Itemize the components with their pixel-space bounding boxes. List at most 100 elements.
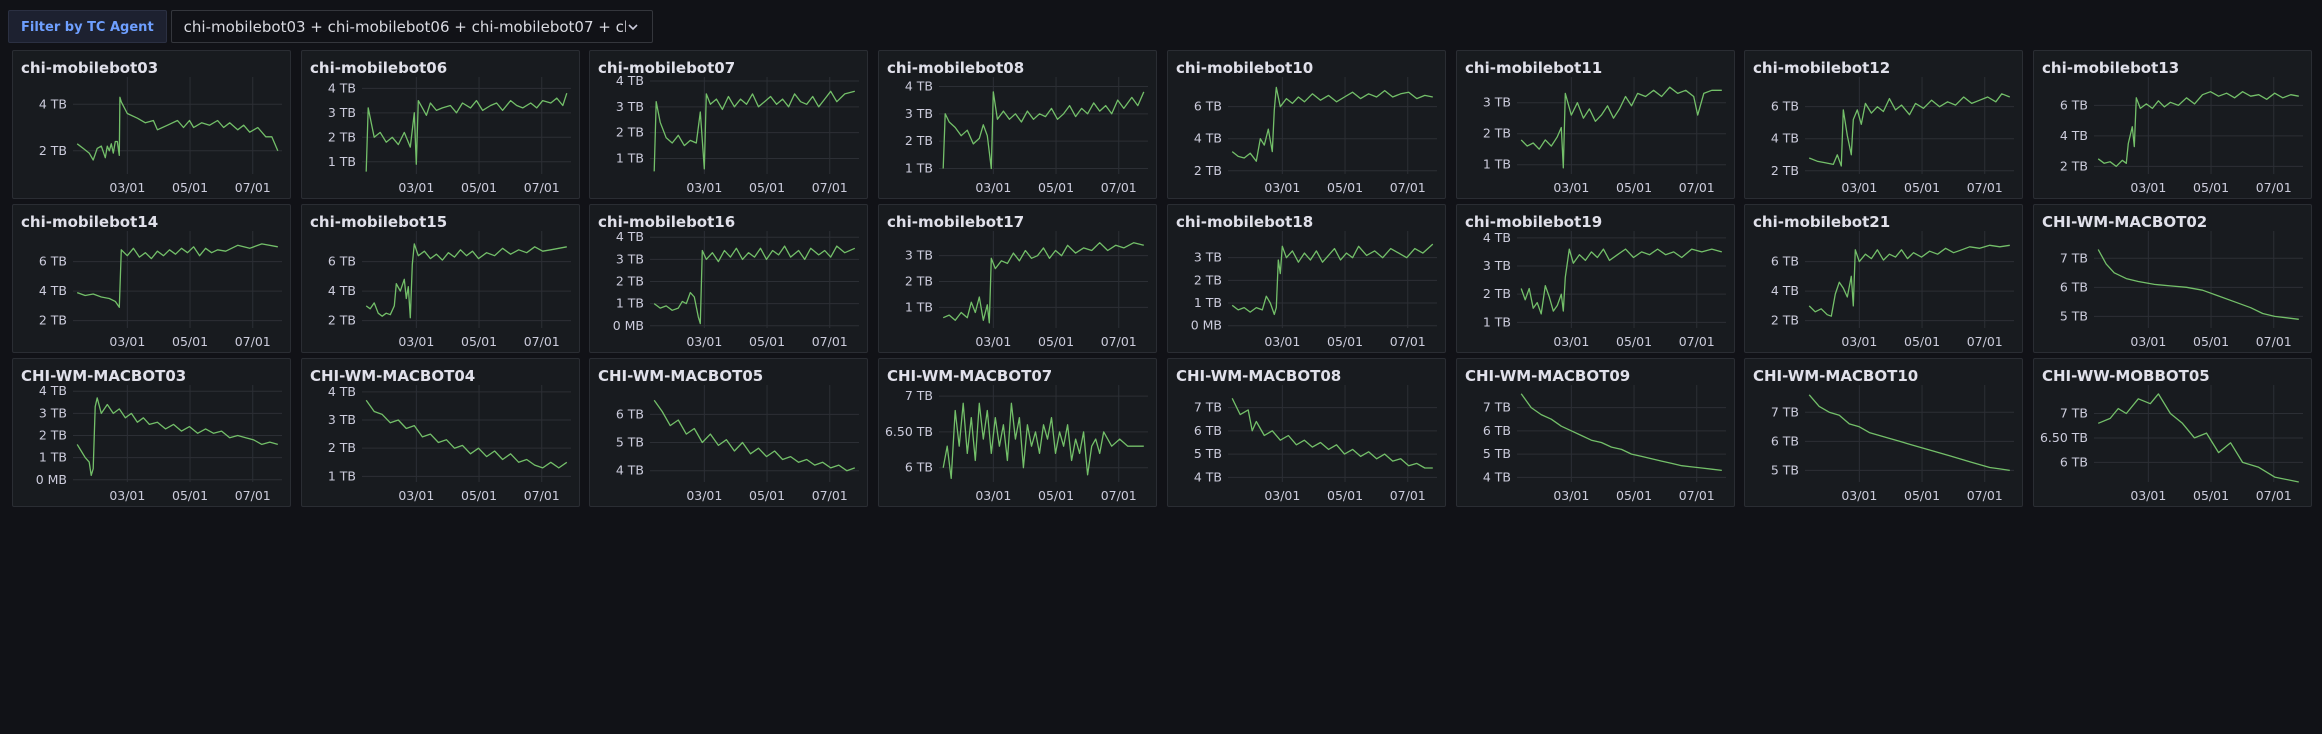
y-tick-label: 1 TB [1483,314,1511,329]
x-tick-label: 03/01 [109,488,145,503]
panel-chi-mobilebot18[interactable]: chi-mobilebot18 0 MB 1 TB 2 TB 3 TB 03/01 05/0… [1167,204,1446,353]
y-tick-label: 3 TB [1483,95,1511,110]
panel-chi-mobilebot03[interactable]: chi-mobilebot03 2 TB 4 TB 03/01 05/01 07/01 [12,50,291,199]
series-line [1231,398,1433,469]
panel-chi-mobilebot16[interactable]: chi-mobilebot16 0 MB 1 TB 2 TB 3 TB 4 TB 03/01… [589,204,868,353]
panel-chi-ww-mobbot05[interactable]: CHI-WW-MOBBOT05 6 TB 6.50 TB 7 TB 03/01 05/01… [2033,358,2312,507]
panel-chi-wm-macbot02[interactable]: CHI-WM-MACBOT02 5 TB 6 TB 7 TB 03/01 05/01 07/… [2033,204,2312,353]
series-line [942,91,1145,170]
y-tick-label: 4 TB [39,383,67,398]
panel-chi-mobilebot06[interactable]: chi-mobilebot06 1 TB 2 TB 3 TB 4 TB 03/01 05/0… [301,50,580,199]
y-tick-label: 2 TB [1194,272,1222,287]
x-tick-label: 07/01 [524,180,560,195]
series-line [1231,86,1433,162]
y-tick-label: 4 TB [616,229,644,244]
panel-chi-mobilebot12[interactable]: chi-mobilebot12 2 TB 4 TB 6 TB 03/01 05/01 07/… [1744,50,2023,199]
panel-chi-mobilebot08[interactable]: chi-mobilebot08 1 TB 2 TB 3 TB 4 TB 03/01 05/0… [878,50,1157,199]
y-tick-label: 3 TB [1194,250,1222,265]
x-tick-label: 03/01 [2130,334,2166,349]
x-tick-label: 05/01 [1327,180,1363,195]
y-tick-label: 4 TB [1771,131,1799,146]
timeseries-chart: 2 TB 4 TB 6 TB 03/01 05/01 07/01 [1194,77,1437,195]
panel-chi-mobilebot07[interactable]: chi-mobilebot07 1 TB 2 TB 3 TB 4 TB 03/01 05/0… [589,50,868,199]
x-tick-label: 07/01 [235,488,271,503]
x-tick-label: 07/01 [1967,180,2003,195]
series-line [1520,86,1722,169]
series-line [1808,394,2010,472]
tc-agent-select-value: chi-mobilebot03 + chi-mobilebot06 + chi-… [183,17,626,36]
x-tick-label: 05/01 [1327,488,1363,503]
timeseries-chart: 1 TB 2 TB 3 TB 4 TB 03/01 05/01 07/01 [328,77,571,195]
x-tick-label: 07/01 [1101,334,1137,349]
y-tick-label: 3 TB [328,105,356,120]
x-tick-label: 05/01 [2193,488,2229,503]
series-line [1808,93,2011,167]
x-tick-label: 07/01 [524,488,560,503]
timeseries-chart: 1 TB 2 TB 3 TB 4 TB 03/01 05/01 07/01 [905,77,1148,195]
y-tick-label: 6 TB [328,254,356,269]
y-tick-label: 4 TB [616,73,644,88]
x-tick-label: 03/01 [1553,334,1589,349]
y-tick-label: 6 TB [1771,433,1799,448]
panel-chi-mobilebot21[interactable]: chi-mobilebot21 2 TB 4 TB 6 TB 03/01 05/01 07/… [1744,204,2023,353]
y-tick-label: 6 TB [1194,423,1222,438]
x-tick-label: 05/01 [749,334,785,349]
y-tick-label: 2 TB [328,313,356,328]
y-tick-label: 7 TB [905,388,933,403]
x-tick-label: 07/01 [1679,180,1715,195]
x-tick-label: 05/01 [749,488,785,503]
x-tick-label: 05/01 [1616,488,1652,503]
y-tick-label: 3 TB [616,99,644,114]
y-tick-label: 1 TB [616,296,644,311]
panel-chi-mobilebot11[interactable]: chi-mobilebot11 1 TB 2 TB 3 TB 03/01 05/01 07/… [1456,50,1735,199]
y-tick-label: 5 TB [616,435,644,450]
panel-chi-wm-macbot10[interactable]: CHI-WM-MACBOT10 5 TB 6 TB 7 TB 03/01 05/01 07/… [1744,358,2023,507]
x-tick-label: 05/01 [172,488,208,503]
y-tick-label: 4 TB [1771,283,1799,298]
x-tick-label: 07/01 [235,180,271,195]
y-tick-label: 2 TB [2060,158,2088,173]
series-line [653,90,855,172]
panel-chi-mobilebot15[interactable]: chi-mobilebot15 2 TB 4 TB 6 TB 03/01 05/01 07/… [301,204,580,353]
panel-chi-wm-macbot03[interactable]: CHI-WM-MACBOT03 0 MB 1 TB 2 TB 3 TB 4 TB 03/01… [12,358,291,507]
x-tick-label: 05/01 [1038,334,1074,349]
timeseries-chart: 1 TB 2 TB 3 TB 03/01 05/01 07/01 [1483,77,1726,195]
series-line [942,242,1144,324]
y-tick-label: 7 TB [1771,404,1799,419]
y-tick-label: 6 TB [1771,99,1799,114]
x-tick-label: 05/01 [1327,334,1363,349]
y-tick-label: 2 TB [905,274,933,289]
y-tick-label: 6 TB [2060,454,2088,469]
panel-chi-wm-macbot07[interactable]: CHI-WM-MACBOT07 6 TB 6.50 TB 7 TB 03/01 05/01… [878,358,1157,507]
y-tick-label: 3 TB [905,106,933,121]
timeseries-chart: 0 MB 1 TB 2 TB 3 TB 4 TB 03/01 05/01 07/01 [613,229,859,349]
x-tick-label: 05/01 [1038,180,1074,195]
y-tick-label: 7 TB [2060,405,2088,420]
panel-chi-mobilebot17[interactable]: chi-mobilebot17 1 TB 2 TB 3 TB 03/01 05/01 07/… [878,204,1157,353]
panel-chi-wm-macbot05[interactable]: CHI-WM-MACBOT05 4 TB 5 TB 6 TB 03/01 05/01 07/… [589,358,868,507]
panel-chi-wm-macbot08[interactable]: CHI-WM-MACBOT08 4 TB 5 TB 6 TB 7 TB 03/01 05/0… [1167,358,1446,507]
chevron-down-icon [628,23,638,30]
x-tick-label: 07/01 [2256,180,2292,195]
y-tick-label: 7 TB [1483,400,1511,415]
series-line [2097,91,2299,168]
y-tick-label: 2 TB [1771,313,1799,328]
x-tick-label: 03/01 [2130,488,2166,503]
panel-chi-mobilebot14[interactable]: chi-mobilebot14 2 TB 4 TB 6 TB 03/01 05/01 07/… [12,204,291,353]
panel-chi-mobilebot13[interactable]: chi-mobilebot13 2 TB 4 TB 6 TB 03/01 05/01 07/… [2033,50,2312,199]
timeseries-chart: 0 MB 1 TB 2 TB 3 TB 03/01 05/01 07/01 [1191,231,1437,349]
x-tick-label: 07/01 [812,488,848,503]
panel-chi-wm-macbot09[interactable]: CHI-WM-MACBOT09 4 TB 5 TB 6 TB 7 TB 03/01 05/0… [1456,358,1735,507]
y-tick-label: 3 TB [328,412,356,427]
panel-chi-mobilebot19[interactable]: chi-mobilebot19 1 TB 2 TB 3 TB 4 TB 03/01 05/0… [1456,204,1735,353]
panel-chi-wm-macbot04[interactable]: CHI-WM-MACBOT04 1 TB 2 TB 3 TB 4 TB 03/01 05/0… [301,358,580,507]
y-tick-label: 1 TB [328,468,356,483]
series-line [365,92,568,172]
tc-agent-select[interactable]: chi-mobilebot03 + chi-mobilebot06 + chi-… [170,10,653,43]
y-tick-label: 4 TB [1194,469,1222,484]
x-tick-label: 03/01 [1553,488,1589,503]
y-tick-label: 6 TB [905,460,933,475]
x-tick-label: 03/01 [975,180,1011,195]
series-line [365,399,568,469]
panel-chi-mobilebot10[interactable]: chi-mobilebot10 2 TB 4 TB 6 TB 03/01 05/01 07/… [1167,50,1446,199]
